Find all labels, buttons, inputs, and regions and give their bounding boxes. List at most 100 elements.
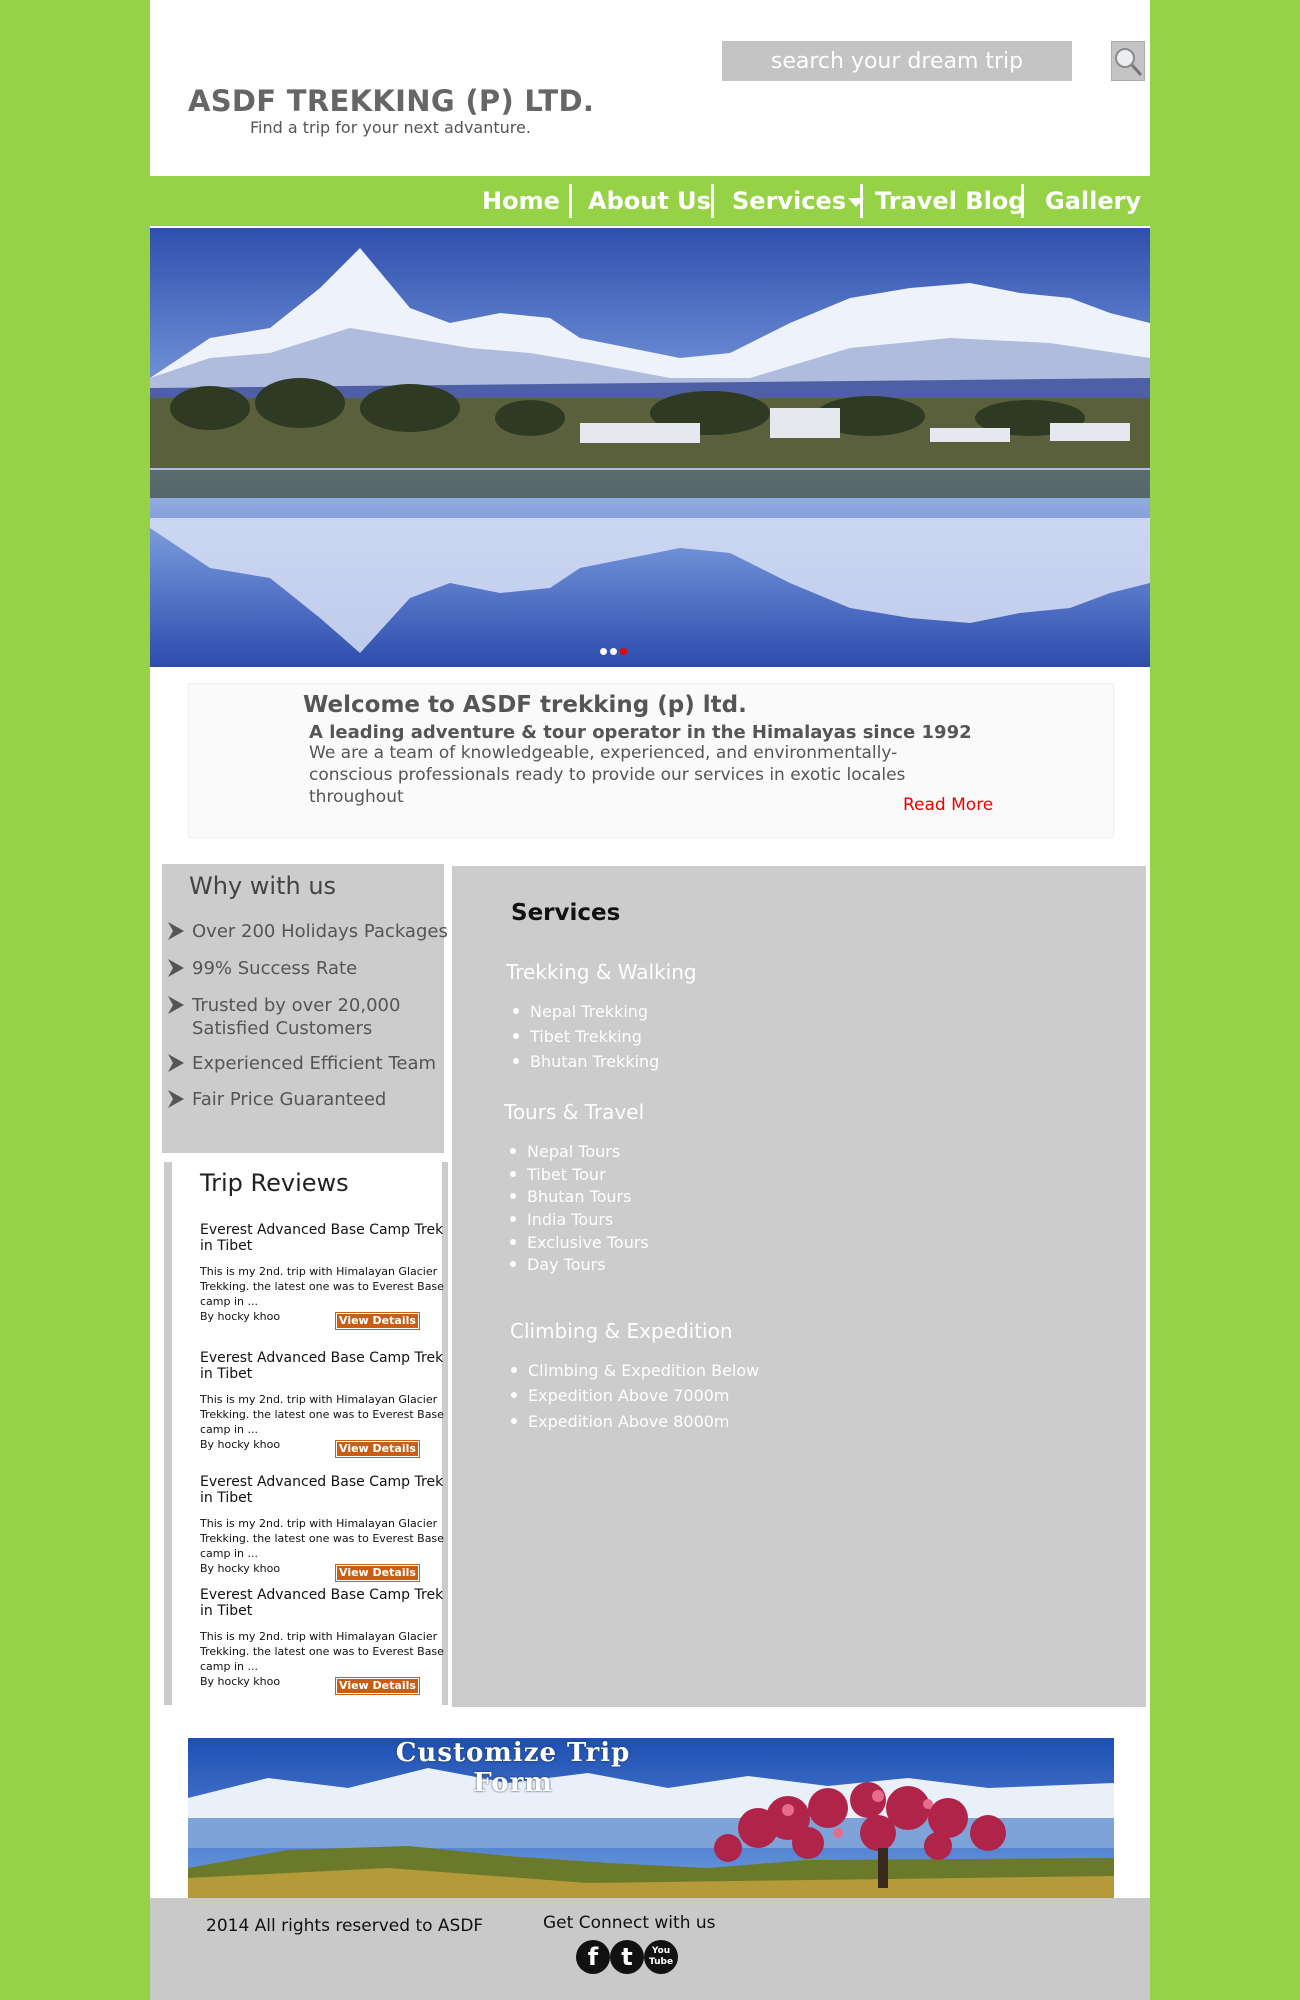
bullet-icon bbox=[510, 1147, 516, 1154]
footer-copyright: 2014 All rights reserved to ASDF bbox=[206, 1916, 484, 1936]
hero-slider[interactable] bbox=[150, 228, 1150, 667]
customize-trip-banner[interactable]: Customize Trip Form bbox=[188, 1738, 1114, 1898]
bullet-icon bbox=[513, 1032, 519, 1039]
welcome-subtitle: A leading adventure & tour operator in t… bbox=[309, 722, 972, 743]
service-link[interactable]: Day Tours bbox=[510, 1255, 606, 1274]
service-link[interactable]: Bhutan Tours bbox=[510, 1187, 631, 1206]
service-link[interactable]: Expedition Above 7000m bbox=[511, 1386, 730, 1405]
bullet-icon bbox=[511, 1391, 517, 1398]
bullet-icon bbox=[510, 1215, 516, 1222]
service-category-tours[interactable]: Tours & Travel bbox=[504, 1100, 644, 1124]
services-panel: Services Trekking & Walking Nepal Trekki… bbox=[452, 866, 1146, 1707]
hero-image bbox=[150, 228, 1150, 667]
service-link-label: Day Tours bbox=[527, 1255, 606, 1274]
view-details-button[interactable]: View Details bbox=[335, 1564, 420, 1582]
arrow-right-icon bbox=[168, 996, 184, 1014]
bullet-icon bbox=[510, 1170, 516, 1177]
review-title[interactable]: Everest Advanced Base Camp Trek in Tibet bbox=[200, 1474, 450, 1506]
site-footer: 2014 All rights reserved to ASDF Get Con… bbox=[150, 1898, 1150, 2000]
service-link[interactable]: Climbing & Expedition Below bbox=[511, 1361, 759, 1380]
review-body: This is my 2nd. trip with Himalayan Glac… bbox=[200, 1517, 444, 1560]
service-link[interactable]: Exclusive Tours bbox=[510, 1233, 649, 1252]
welcome-body: We are a team of knowledgeable, experien… bbox=[309, 743, 906, 807]
review-item: Everest Advanced Base Camp Trek in Tibet… bbox=[200, 1587, 450, 1695]
why-item-text: Over 200 Holidays Packages bbox=[192, 921, 448, 942]
review-title[interactable]: Everest Advanced Base Camp Trek in Tibet bbox=[200, 1350, 450, 1382]
page: ASDF TREKKING (P) LTD. Find a trip for y… bbox=[150, 0, 1150, 2000]
service-link-label: Nepal Trekking bbox=[530, 1002, 649, 1021]
nav-about-us[interactable]: About Us bbox=[588, 176, 711, 226]
why-heading: Why with us bbox=[189, 872, 337, 900]
review-body: This is my 2nd. trip with Himalayan Glac… bbox=[200, 1393, 444, 1436]
customize-trip-title-line2: Form bbox=[473, 1768, 553, 1798]
bullet-icon bbox=[510, 1192, 516, 1199]
service-link[interactable]: Bhutan Trekking bbox=[513, 1052, 659, 1071]
view-details-button[interactable]: View Details bbox=[335, 1312, 420, 1330]
service-link-label: Tibet Trekking bbox=[530, 1027, 642, 1046]
read-more-link[interactable]: Read More bbox=[903, 795, 993, 815]
youtube-icon[interactable]: You Tube bbox=[644, 1940, 678, 1974]
review-body: This is my 2nd. trip with Himalayan Glac… bbox=[200, 1630, 444, 1673]
service-link-label: Bhutan Trekking bbox=[530, 1052, 660, 1071]
review-item: Everest Advanced Base Camp Trek in Tibet… bbox=[200, 1474, 450, 1582]
bullet-icon bbox=[513, 1007, 519, 1014]
nav-services[interactable]: Services bbox=[732, 176, 865, 226]
service-link[interactable]: Tibet Tour bbox=[510, 1165, 606, 1184]
trip-reviews-panel: Trip Reviews Everest Advanced Base Camp … bbox=[164, 1162, 448, 1705]
reviews-heading: Trip Reviews bbox=[200, 1169, 349, 1197]
service-category-climbing[interactable]: Climbing & Expedition bbox=[510, 1319, 733, 1343]
nav-divider bbox=[1021, 184, 1024, 218]
search-button[interactable] bbox=[1111, 41, 1145, 81]
search-input[interactable] bbox=[722, 41, 1072, 81]
review-item: Everest Advanced Base Camp Trek in Tibet… bbox=[200, 1222, 450, 1330]
service-link-label: Exclusive Tours bbox=[527, 1233, 649, 1252]
service-link[interactable]: Tibet Trekking bbox=[513, 1027, 642, 1046]
service-link-label: Nepal Tours bbox=[527, 1142, 621, 1161]
service-link[interactable]: Nepal Tours bbox=[510, 1142, 620, 1161]
brand-title[interactable]: ASDF TREKKING (P) LTD. bbox=[188, 84, 594, 118]
why-item-text: Fair Price Guaranteed bbox=[192, 1089, 387, 1110]
customize-trip-title: Customize Trip Form bbox=[188, 1738, 838, 1798]
nav-services-label: Services bbox=[732, 187, 847, 215]
welcome-title: Welcome to ASDF trekking (p) ltd. bbox=[303, 692, 747, 718]
service-link-label: Expedition Above 7000m bbox=[528, 1386, 730, 1405]
service-link-label: Climbing & Expedition Below bbox=[528, 1361, 760, 1380]
services-heading: Services bbox=[511, 900, 621, 926]
view-details-button[interactable]: View Details bbox=[335, 1440, 420, 1458]
service-link-label: Tibet Tour bbox=[527, 1165, 606, 1184]
service-link-label: India Tours bbox=[527, 1210, 614, 1229]
arrow-right-icon bbox=[168, 1054, 184, 1072]
nav-gallery[interactable]: Gallery bbox=[1045, 176, 1141, 226]
service-link-label: Bhutan Tours bbox=[527, 1187, 632, 1206]
footer-connect-label: Get Connect with us bbox=[543, 1913, 716, 1933]
service-link[interactable]: Nepal Trekking bbox=[513, 1002, 648, 1021]
arrow-right-icon bbox=[168, 922, 184, 940]
view-details-button[interactable]: View Details bbox=[335, 1677, 420, 1695]
trip-reviews-inner: Trip Reviews Everest Advanced Base Camp … bbox=[172, 1162, 444, 1705]
bullet-icon bbox=[511, 1366, 517, 1373]
review-body: This is my 2nd. trip with Himalayan Glac… bbox=[200, 1265, 444, 1308]
nav-travel-blog[interactable]: Travel Blog bbox=[875, 176, 1025, 226]
slider-dot-3[interactable] bbox=[620, 648, 627, 655]
facebook-icon[interactable]: f bbox=[576, 1940, 610, 1974]
why-item-text: Trusted by over 20,000 Satisfied Custome… bbox=[192, 995, 401, 1039]
site-header: ASDF TREKKING (P) LTD. Find a trip for y… bbox=[150, 0, 1150, 176]
service-link[interactable]: India Tours bbox=[510, 1210, 613, 1229]
nav-home[interactable]: Home bbox=[482, 176, 560, 226]
why-with-us-panel: Why with us Over 200 Holidays Packages 9… bbox=[162, 864, 448, 1153]
welcome-section: Welcome to ASDF trekking (p) ltd. A lead… bbox=[188, 683, 1114, 838]
bullet-icon bbox=[510, 1260, 516, 1267]
twitter-icon[interactable]: t bbox=[610, 1940, 644, 1974]
slider-dot-1[interactable] bbox=[600, 648, 607, 655]
service-link[interactable]: Expedition Above 8000m bbox=[511, 1412, 730, 1431]
bullet-icon bbox=[510, 1238, 516, 1245]
review-title[interactable]: Everest Advanced Base Camp Trek in Tibet bbox=[200, 1587, 450, 1619]
review-title[interactable]: Everest Advanced Base Camp Trek in Tibet bbox=[200, 1222, 450, 1254]
why-item-text: 99% Success Rate bbox=[192, 958, 358, 979]
why-item-text: Experienced Efficient Team bbox=[192, 1053, 437, 1074]
service-category-trekking[interactable]: Trekking & Walking bbox=[506, 960, 697, 984]
arrow-right-icon bbox=[168, 1090, 184, 1108]
slider-dot-2[interactable] bbox=[610, 648, 617, 655]
bullet-icon bbox=[511, 1417, 517, 1424]
nav-divider bbox=[860, 184, 863, 218]
